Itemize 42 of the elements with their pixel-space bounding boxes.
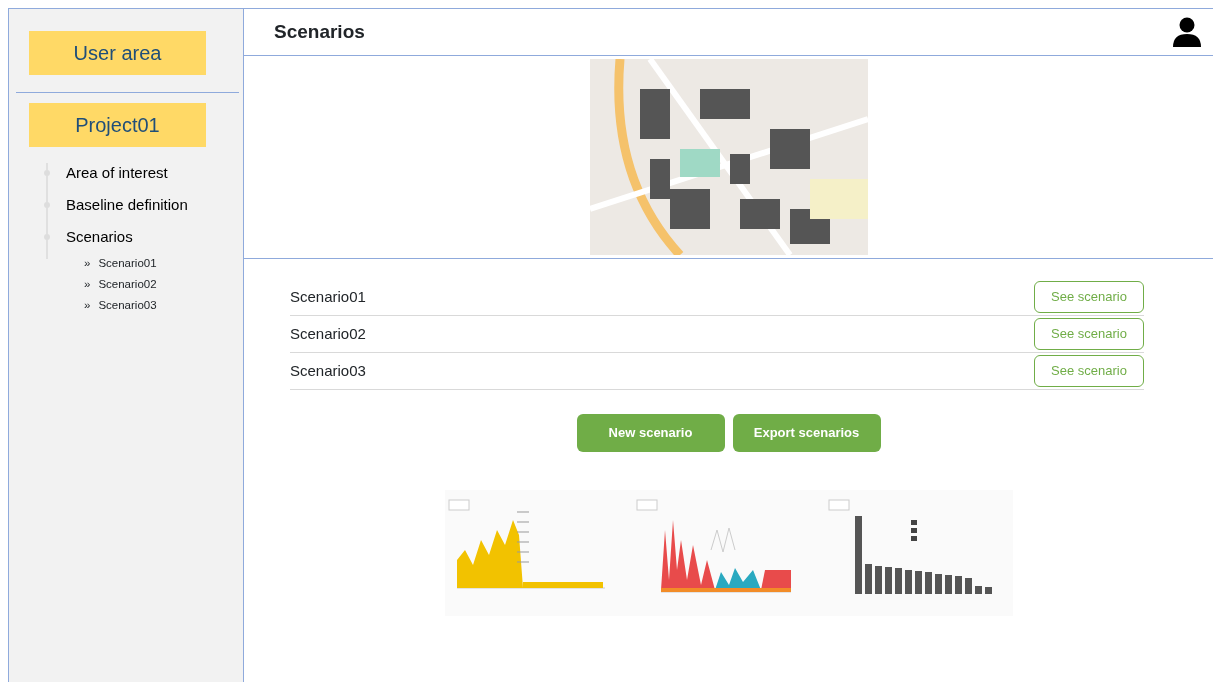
legend-swatch [910,536,917,541]
legend-line [516,551,529,553]
project-button[interactable]: Project01 [29,103,206,147]
chart-bar [914,571,922,594]
scenario-name: Scenario02 [290,323,366,344]
nav-subitem[interactable]: Scenario03 [98,297,157,318]
legend-swatch [910,528,917,533]
chart-bar [974,586,982,594]
legend-line [516,521,529,523]
nav-item[interactable]: Baseline definition [66,195,188,215]
dropdown-control[interactable] [828,499,849,511]
chart-bar [904,570,912,594]
chart-bar [934,574,942,594]
dropdown-control[interactable] [448,499,469,511]
chart-bar [874,566,882,594]
legend-line [516,511,529,513]
nav-subitem[interactable]: Scenario02 [98,276,157,297]
legend-swatch [910,520,917,525]
legend-line [516,531,529,533]
chart-bar [964,578,972,594]
dropdown-control[interactable] [636,499,657,511]
scenario-name: Scenario01 [290,286,366,307]
nav-subitem[interactable]: Scenario01 [98,255,157,276]
user-icon[interactable] [1173,17,1201,47]
nav-item[interactable]: Area of interest [66,163,168,183]
legend-line [516,561,529,563]
temperature-line [710,527,735,553]
chart-bar [944,575,952,594]
chart-bar [954,576,962,594]
chart-bar [984,587,992,594]
nav-item[interactable]: Scenarios [66,227,133,247]
user-area-button[interactable]: User area [29,31,206,75]
chart-bar [894,568,902,594]
legend-line [516,541,529,543]
bullet-mark: » [84,256,91,271]
chart-bar [884,567,892,594]
scenario-name: Scenario03 [290,360,366,381]
bullet-mark: » [84,277,91,292]
bullet-mark: » [84,298,91,313]
chart-bar [924,572,932,594]
page-title: Scenarios [274,20,365,44]
chart-bar [864,564,872,594]
